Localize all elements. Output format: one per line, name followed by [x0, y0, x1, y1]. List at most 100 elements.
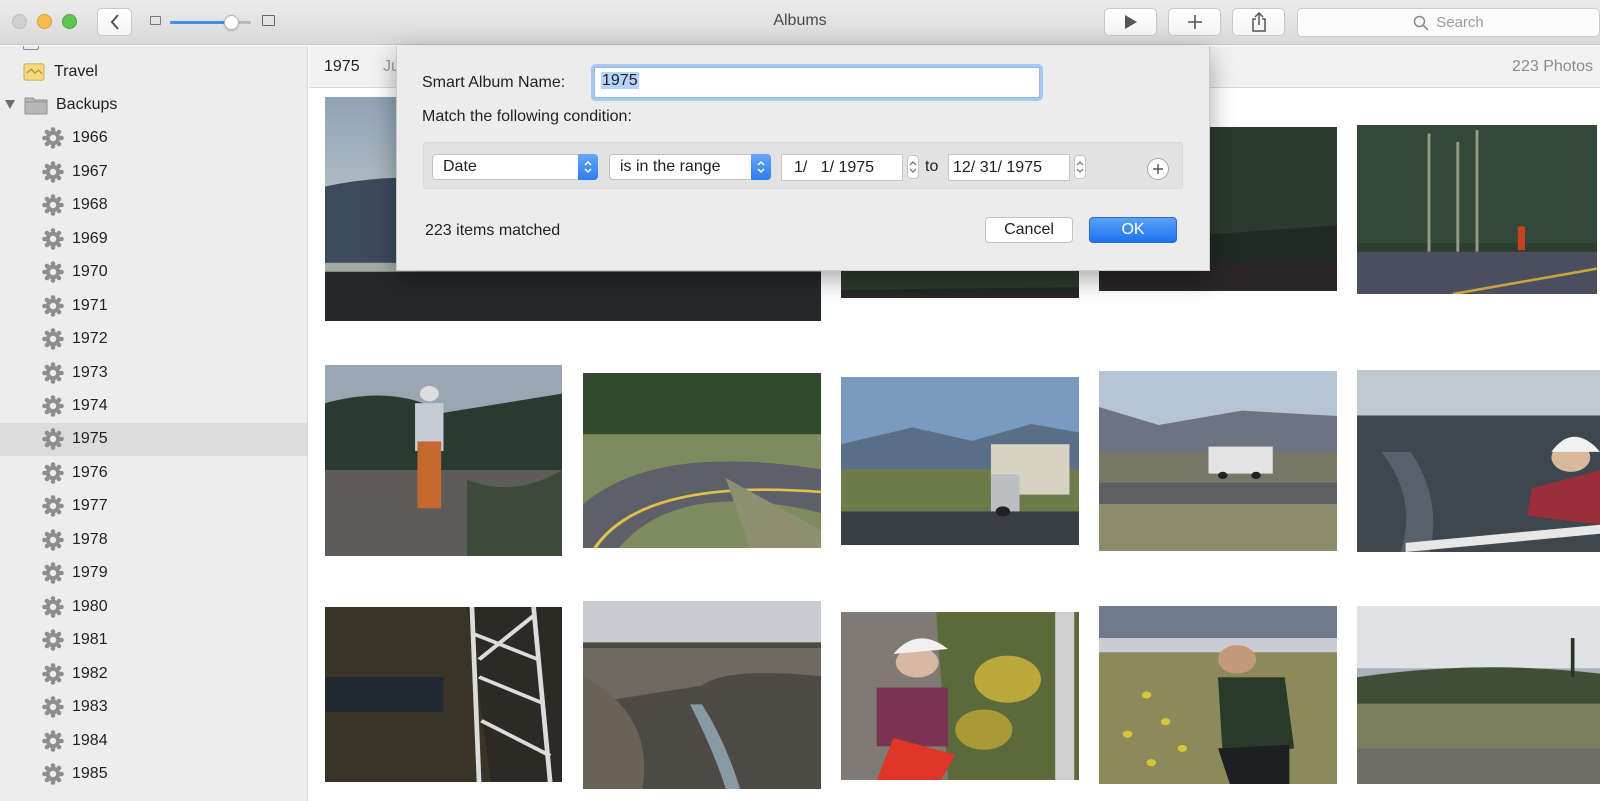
- start-date-stepper[interactable]: [907, 155, 919, 179]
- photo-thumbnail-curving-road[interactable]: [583, 373, 821, 548]
- zoom-knob[interactable]: [223, 15, 239, 30]
- sidebar-item-1976[interactable]: 1976: [0, 456, 307, 489]
- gear-icon: [42, 194, 64, 217]
- photo-thumbnail-bridge-gorge[interactable]: [325, 607, 562, 782]
- condition-label: Match the following condition:: [422, 108, 632, 125]
- smart-album-dialog: Smart Album Name: 1975 Match the followi…: [396, 46, 1210, 271]
- sidebar: Travel Backups 1966 1967 1968 1969 1970 1971 197…: [0, 46, 308, 801]
- stepper-arrows-icon: [1076, 161, 1084, 173]
- gear-icon: [42, 161, 64, 183]
- gear-icon: [42, 261, 64, 283]
- sidebar-item-1978[interactable]: 1978: [0, 523, 307, 556]
- sidebar-item-1977[interactable]: 1977: [0, 490, 307, 523]
- gear-icon: [42, 395, 64, 417]
- chevron-left-icon: [110, 14, 119, 30]
- sidebar-item-1968[interactable]: 1968: [0, 189, 307, 222]
- sidebar-item-label: 1980: [72, 597, 108, 615]
- sidebar-item-label: 1976: [72, 463, 108, 481]
- sidebar-item-1975[interactable]: 1975: [0, 422, 307, 456]
- sidebar-item-1969[interactable]: 1969: [0, 222, 307, 255]
- gear-icon: [42, 562, 64, 585]
- sidebar-item-1970[interactable]: 1970: [0, 256, 307, 289]
- photo-thumbnail-camper-road[interactable]: [1099, 371, 1337, 551]
- ok-button[interactable]: OK: [1089, 217, 1177, 243]
- disclosure-triangle-icon[interactable]: [5, 100, 15, 110]
- operator-popup[interactable]: is in the range: [609, 154, 771, 180]
- minimize-window-button[interactable]: [37, 14, 52, 29]
- album-title: 1975: [324, 58, 360, 75]
- sidebar-item-1981[interactable]: 1981: [0, 624, 307, 657]
- photo-thumbnail-man-flowers[interactable]: [1099, 606, 1337, 784]
- share-icon: [1251, 12, 1266, 32]
- cancel-button[interactable]: Cancel: [985, 217, 1073, 243]
- photo-thumbnail-forest-road[interactable]: [1357, 125, 1597, 294]
- sidebar-item-1980[interactable]: 1980: [0, 590, 307, 623]
- folder-icon: [24, 97, 48, 115]
- gear-icon: [42, 294, 64, 317]
- sidebar-item-label: 1984: [72, 731, 108, 749]
- thumbnail-zoom-slider[interactable]: [150, 12, 275, 32]
- photo-thumbnail-dark-forest[interactable]: [841, 271, 1079, 298]
- sidebar-item-label: 1975: [72, 430, 108, 448]
- sidebar-item-label: 1982: [72, 664, 108, 682]
- field-popup-value: Date: [443, 158, 477, 175]
- start-date-field[interactable]: 1/ 1/ 1975: [781, 154, 903, 181]
- plus-icon: [1187, 15, 1202, 29]
- share-button[interactable]: [1232, 8, 1285, 36]
- end-date-stepper[interactable]: [1074, 155, 1086, 179]
- toolbar: Albums Search: [0, 0, 1600, 45]
- sidebar-item-1984[interactable]: 1984: [0, 724, 307, 757]
- sidebar-item-1971[interactable]: 1971: [0, 289, 307, 322]
- sidebar-item-label: 1981: [72, 631, 108, 649]
- slideshow-button[interactable]: [1104, 8, 1157, 36]
- close-window-button[interactable]: [12, 14, 27, 29]
- sidebar-item-label: 1972: [72, 330, 108, 348]
- smart-album-name-field[interactable]: 1975: [594, 67, 1040, 98]
- popup-arrows-icon: [751, 154, 771, 180]
- sidebar-item-label: 1978: [72, 530, 108, 548]
- gear-icon: [42, 595, 64, 618]
- small-thumbnail-icon: [150, 16, 161, 25]
- sidebar-item-1985[interactable]: 1985: [0, 757, 307, 790]
- search-field[interactable]: Search: [1297, 8, 1600, 37]
- condition-row: Date is in the range 1/ 1/ 1975 to 12/ 3…: [423, 142, 1183, 189]
- photo-thumbnail-gorge-woman[interactable]: [1357, 370, 1600, 552]
- sidebar-item-1967[interactable]: 1967: [0, 155, 307, 188]
- sidebar-item-label: 1968: [72, 196, 108, 214]
- photo-thumbnail-woman-roadside[interactable]: [325, 365, 562, 556]
- sidebar-item-1973[interactable]: 1973: [0, 356, 307, 389]
- photo-thumbnail-sagebrush-plain[interactable]: [1357, 606, 1600, 784]
- gear-icon: [42, 662, 64, 685]
- gear-icon: [42, 528, 64, 551]
- sidebar-item-travel[interactable]: Travel: [0, 55, 307, 88]
- back-button[interactable]: [97, 8, 132, 36]
- sidebar-item-label: 1967: [72, 162, 108, 180]
- sidebar-item-1966[interactable]: 1966: [0, 122, 307, 155]
- zoom-track[interactable]: [170, 15, 251, 30]
- add-button[interactable]: [1168, 8, 1221, 36]
- photo-thumbnail-camper-field[interactable]: [841, 377, 1079, 545]
- end-date-field[interactable]: 12/ 31/ 1975: [948, 154, 1070, 181]
- zoom-window-button[interactable]: [62, 14, 77, 29]
- field-popup[interactable]: Date: [432, 154, 598, 180]
- photo-count: 223 Photos: [1512, 58, 1593, 75]
- operator-popup-value: is in the range: [620, 158, 721, 175]
- photo-thumbnail-woman-flowers[interactable]: [841, 612, 1079, 780]
- play-icon: [1124, 15, 1137, 29]
- sidebar-item-label: 1979: [72, 564, 108, 582]
- sidebar-item-label: 1973: [72, 363, 108, 381]
- sidebar-item-label: 1977: [72, 497, 108, 515]
- sidebar-item-label: 1969: [72, 229, 108, 247]
- sidebar-item-1982[interactable]: 1982: [0, 657, 307, 690]
- matched-count: 223 items matched: [425, 222, 561, 239]
- gear-icon: [42, 428, 64, 451]
- sidebar-item-1979[interactable]: 1979: [0, 557, 307, 590]
- sidebar-item-backups[interactable]: Backups: [0, 88, 307, 121]
- photo-thumbnail-canyon-river[interactable]: [583, 601, 821, 789]
- sidebar-item-1974[interactable]: 1974: [0, 390, 307, 423]
- album-icon: [23, 62, 45, 81]
- add-condition-button[interactable]: [1147, 158, 1169, 180]
- sidebar-item-1983[interactable]: 1983: [0, 691, 307, 724]
- sidebar-item-1972[interactable]: 1972: [0, 323, 307, 356]
- search-placeholder: Search: [1436, 14, 1484, 31]
